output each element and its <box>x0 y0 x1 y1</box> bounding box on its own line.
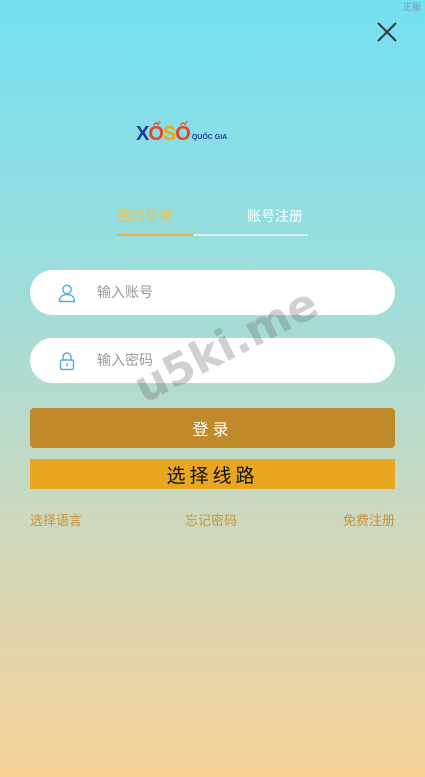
footer-links: 选择语言 忘记密码 免费注册 <box>30 510 395 529</box>
password-field[interactable] <box>30 338 395 383</box>
close-icon[interactable] <box>375 20 399 44</box>
version-tag: 正版 <box>402 3 421 13</box>
app-logo: X Ổ S Ố QUỐC GIA <box>136 116 256 146</box>
password-input[interactable] <box>97 352 337 369</box>
select-language-link[interactable]: 选择语言 <box>30 510 82 529</box>
forgot-password-link[interactable]: 忘记密码 <box>185 510 237 529</box>
lock-icon <box>56 350 78 372</box>
tab-password-login[interactable]: 密码登录 <box>117 206 173 226</box>
free-register-link[interactable]: 免费注册 <box>343 510 395 529</box>
login-button[interactable]: 登录 <box>30 408 395 448</box>
select-line-button[interactable]: 选择线路 <box>30 459 395 489</box>
account-input[interactable] <box>97 284 337 301</box>
logo-wordmark: X Ổ S Ố <box>136 123 191 145</box>
logo-subtitle: QUỐC GIA <box>191 134 228 141</box>
user-icon <box>56 282 78 304</box>
tab-account-register[interactable]: 账号注册 <box>247 206 303 226</box>
account-field[interactable] <box>30 270 395 315</box>
auth-tabs: 密码登录 账号注册 <box>117 206 308 236</box>
tab-active-indicator <box>117 234 193 236</box>
